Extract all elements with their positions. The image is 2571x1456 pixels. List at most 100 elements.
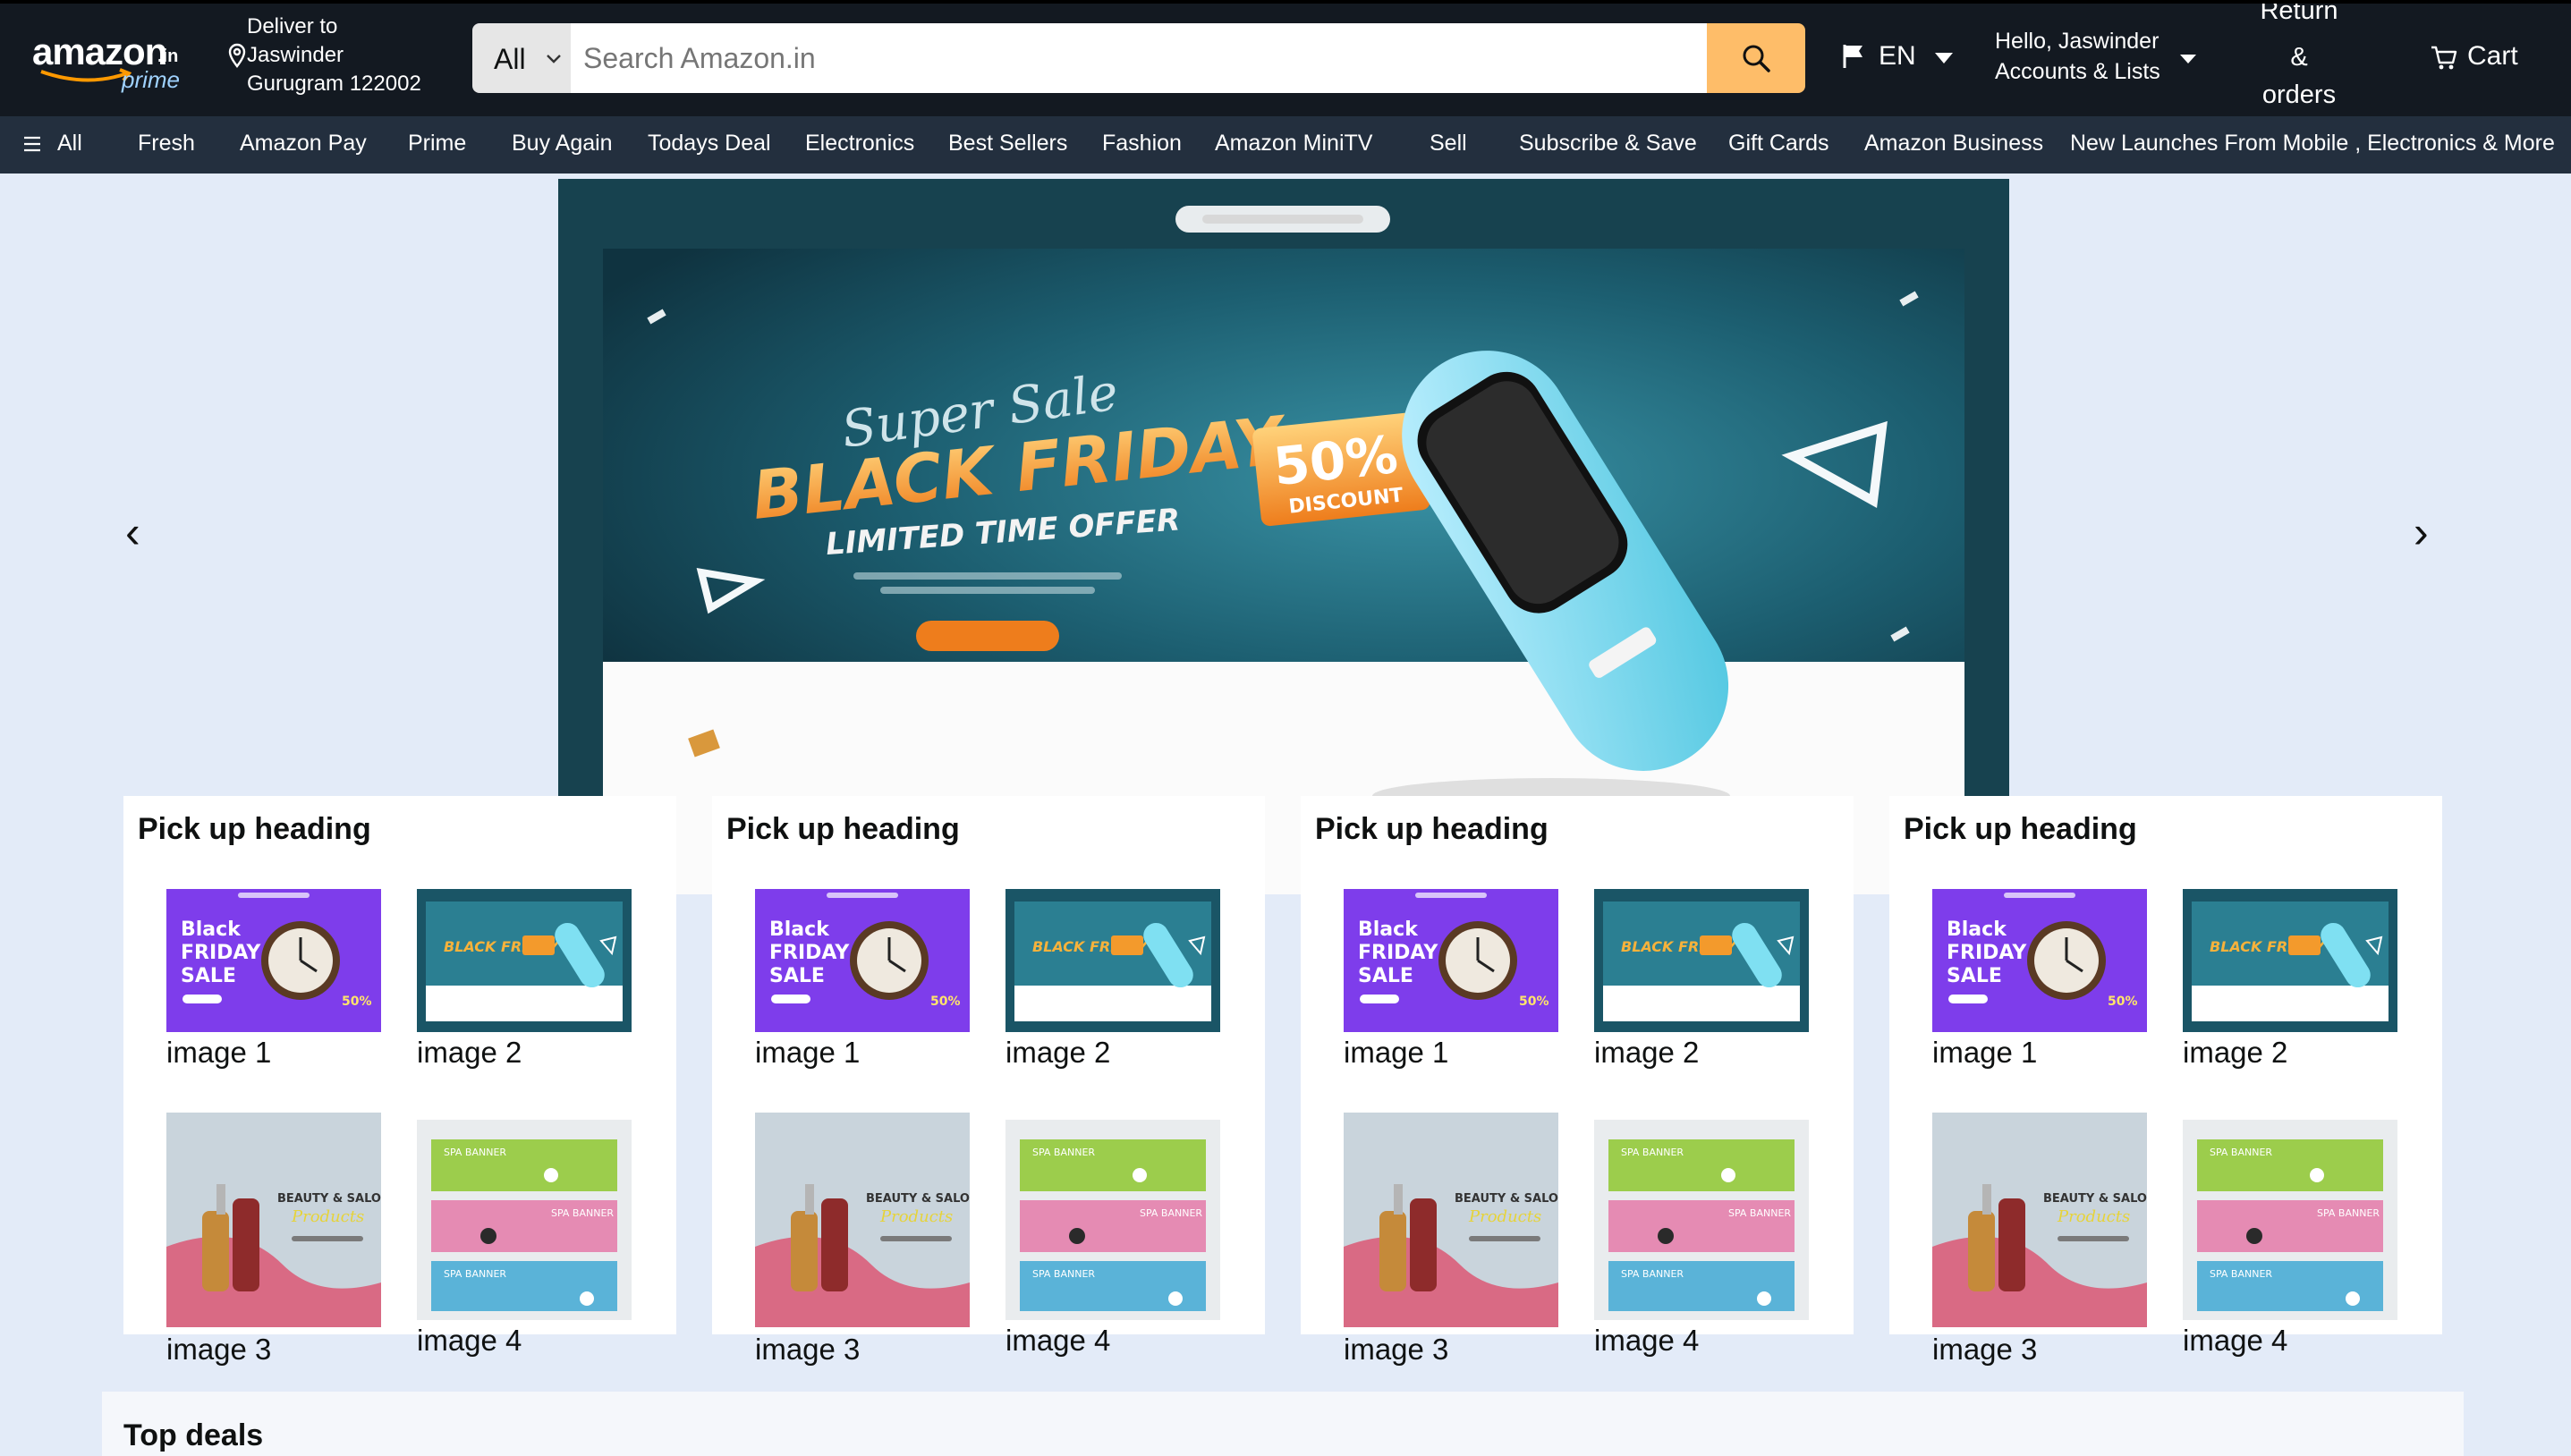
nav-item-electronics[interactable]: Electronics: [805, 131, 914, 157]
pickup-tile-3[interactable]: BEAUTY & SALOON Products image 3: [1344, 1113, 1558, 1372]
nav-item-todays-deal[interactable]: Todays Deal: [648, 131, 771, 157]
pickup-tile-3[interactable]: BEAUTY & SALOON Products image 3: [166, 1113, 381, 1372]
svg-text:BEAUTY & SALOON: BEAUTY & SALOON: [1455, 1192, 1558, 1206]
svg-text:50%: 50%: [342, 995, 372, 1009]
svg-text:Products: Products: [879, 1207, 953, 1226]
language-selector[interactable]: EN: [1841, 39, 1957, 75]
pickup-tile-4[interactable]: SPA BANNER SPA BANNER SPA BANNER image 4: [1594, 1120, 1809, 1370]
nav-item-fresh[interactable]: Fresh: [138, 131, 195, 157]
nav-item-gift-cards[interactable]: Gift Cards: [1728, 131, 1829, 157]
returns-orders-link[interactable]: Return & orders: [2236, 4, 2362, 107]
pickup-tile-2[interactable]: BLACK FRIDAY image 2: [2183, 889, 2397, 1104]
pickup-image-caption: image 3: [166, 1333, 272, 1366]
smartband-sale-thumbnail: BLACK FRIDAY: [1594, 889, 1809, 1032]
pickup-image-caption: image 2: [1005, 1036, 1111, 1069]
logo-prime: prime: [122, 66, 181, 93]
svg-text:Black: Black: [1358, 918, 1419, 941]
search-bar: All: [472, 23, 1805, 93]
hero-banner-image: Super Sale BLACK FRIDAY LIMITED TIME OFF…: [558, 179, 2009, 894]
nav-item-fashion[interactable]: Fashion: [1102, 131, 1182, 157]
nav-item-prime[interactable]: Prime: [408, 131, 466, 157]
pickup-tile-1[interactable]: Black FRIDAY SALE 50% image 1: [1932, 889, 2147, 1104]
search-button[interactable]: [1707, 23, 1805, 93]
svg-text:SPA BANNER: SPA BANNER: [1621, 1268, 1684, 1280]
svg-text:FRIDAY: FRIDAY: [1358, 942, 1438, 964]
pickup-image-caption: image 3: [755, 1333, 861, 1366]
nav-item-amazon-pay[interactable]: Amazon Pay: [240, 131, 367, 157]
deliver-to-location[interactable]: Deliver to Jaswinder Gurugram 122002: [227, 14, 442, 104]
pickup-tile-2[interactable]: BLACK FRIDAY image 2: [417, 889, 632, 1104]
svg-text:Products: Products: [291, 1207, 364, 1226]
svg-text:SPA BANNER: SPA BANNER: [444, 1268, 506, 1280]
pickup-image-caption: image 2: [417, 1036, 522, 1069]
svg-text:SPA BANNER: SPA BANNER: [1140, 1207, 1202, 1219]
pickup-tile-4[interactable]: SPA BANNER SPA BANNER SPA BANNER image 4: [417, 1120, 632, 1370]
hero-banner[interactable]: Super Sale BLACK FRIDAY LIMITED TIME OFF…: [558, 179, 2009, 894]
pickup-tile-2[interactable]: BLACK FRIDAY image 2: [1005, 889, 1220, 1104]
top-deals-section: Top deals: [102, 1392, 2464, 1456]
search-input[interactable]: [571, 23, 1707, 93]
svg-text:50%: 50%: [2108, 995, 2138, 1009]
nav-item-subscribe-save[interactable]: Subscribe & Save: [1519, 131, 1697, 157]
spa-banner-thumbnail: SPA BANNER SPA BANNER SPA BANNER: [2183, 1120, 2397, 1320]
search-icon: [1743, 45, 1770, 72]
header-top-border: [0, 0, 2571, 4]
spa-banner-thumbnail: SPA BANNER SPA BANNER SPA BANNER: [1005, 1120, 1220, 1320]
pickup-tile-1[interactable]: Black FRIDAY SALE 50% image 1: [755, 889, 970, 1104]
svg-text:Products: Products: [1468, 1207, 1541, 1226]
nav-item-amazon-business[interactable]: Amazon Business: [1864, 131, 2043, 157]
account-menu[interactable]: Hello, Jaswinder Accounts & Lists: [1995, 29, 2219, 91]
svg-text:FRIDAY: FRIDAY: [181, 942, 261, 964]
svg-text:SPA BANNER: SPA BANNER: [1728, 1207, 1791, 1219]
pickup-image-caption: image 3: [1344, 1333, 1449, 1366]
svg-text:Black: Black: [769, 918, 830, 941]
svg-text:SALE: SALE: [769, 965, 825, 987]
amazon-logo[interactable]: amazon .in prime: [32, 30, 193, 93]
cart-label: Cart: [2467, 41, 2518, 71]
pickup-image-caption: image 4: [1005, 1324, 1111, 1357]
cart-icon: [2431, 46, 2457, 70]
spa-banner-thumbnail: SPA BANNER SPA BANNER SPA BANNER: [417, 1120, 632, 1320]
svg-text:SPA BANNER: SPA BANNER: [1032, 1268, 1095, 1280]
nav-item-best-sellers[interactable]: Best Sellers: [948, 131, 1067, 157]
caret-down-icon: [1935, 53, 1953, 63]
pickup-card-heading: Pick up heading: [1315, 812, 1549, 846]
pickup-image-caption: image 1: [755, 1036, 861, 1069]
svg-text:SPA BANNER: SPA BANNER: [2210, 1268, 2272, 1280]
carousel-next-button[interactable]: ›: [2414, 510, 2429, 554]
svg-text:SPA BANNER: SPA BANNER: [2210, 1147, 2272, 1158]
svg-text:50%: 50%: [930, 995, 961, 1009]
svg-text:50%: 50%: [1519, 995, 1549, 1009]
caret-down-icon: [2180, 55, 2196, 63]
pickup-tile-3[interactable]: BEAUTY & SALOON Products image 3: [1932, 1113, 2147, 1372]
carousel-prev-button[interactable]: ‹: [125, 510, 140, 554]
smartband-sale-thumbnail: BLACK FRIDAY: [1005, 889, 1220, 1032]
pickup-tile-4[interactable]: SPA BANNER SPA BANNER SPA BANNER image 4: [2183, 1120, 2397, 1370]
watch-sale-thumbnail: Black FRIDAY SALE 50%: [1344, 889, 1558, 1032]
pickup-tile-2[interactable]: BLACK FRIDAY image 2: [1594, 889, 1809, 1104]
pickup-image-caption: image 2: [2183, 1036, 2288, 1069]
svg-text:SPA BANNER: SPA BANNER: [444, 1147, 506, 1158]
svg-text:BEAUTY & SALOON: BEAUTY & SALOON: [277, 1192, 381, 1206]
cart-link[interactable]: Cart: [2430, 39, 2555, 79]
svg-text:FRIDAY: FRIDAY: [769, 942, 850, 964]
svg-text:BEAUTY & SALOON: BEAUTY & SALOON: [2043, 1192, 2147, 1206]
beauty-saloon-thumbnail: BEAUTY & SALOON Products: [1932, 1113, 2147, 1327]
search-category-select[interactable]: All: [472, 23, 571, 93]
nav-item-new-launches[interactable]: New Launches From Mobile , Electronics &…: [2070, 131, 2555, 157]
nav-item-amazon-minitv[interactable]: Amazon MiniTV: [1215, 131, 1372, 157]
smartband-sale-thumbnail: BLACK FRIDAY: [2183, 889, 2397, 1032]
spa-banner-thumbnail: SPA BANNER SPA BANNER SPA BANNER: [1594, 1120, 1809, 1320]
pickup-card: Pick up heading Black FRIDAY SALE 50% im…: [1889, 796, 2442, 1366]
pickup-tile-3[interactable]: BEAUTY & SALOON Products image 3: [755, 1113, 970, 1372]
pickup-tile-1[interactable]: Black FRIDAY SALE 50% image 1: [1344, 889, 1558, 1104]
pickup-tile-1[interactable]: Black FRIDAY SALE 50% image 1: [166, 889, 381, 1104]
thumb-sale-text: Black: [181, 918, 242, 941]
svg-text:SPA BANNER: SPA BANNER: [2317, 1207, 2380, 1219]
hamburger-icon: [24, 136, 40, 152]
pickup-tile-4[interactable]: SPA BANNER SPA BANNER SPA BANNER image 4: [1005, 1120, 1220, 1370]
pickup-image-caption: image 1: [166, 1036, 272, 1069]
nav-item-buy-again[interactable]: Buy Again: [512, 131, 613, 157]
nav-item-sell[interactable]: Sell: [1430, 131, 1467, 157]
nav-all-label: All: [57, 131, 82, 156]
